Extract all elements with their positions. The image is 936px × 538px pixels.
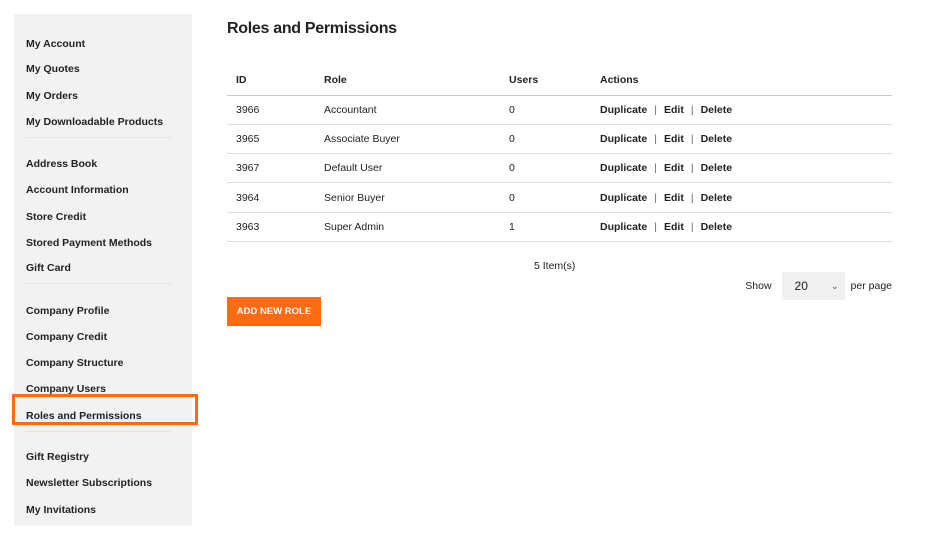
sidebar-item-account-information[interactable]: Account Information — [26, 184, 129, 196]
sidebar-item-my-quotes[interactable]: My Quotes — [26, 63, 80, 75]
duplicate-link[interactable]: Duplicate — [600, 162, 647, 174]
sidebar-item-stored-payment-methods[interactable]: Stored Payment Methods — [26, 237, 152, 249]
separator: | — [654, 132, 657, 145]
table-row: 3966 Accountant 0 Duplicate | Edit | Delete — [227, 95, 892, 125]
per-page-label: per page — [850, 280, 892, 292]
sidebar-item-company-credit[interactable]: Company Credit — [26, 331, 107, 343]
cell-id: 3966 — [227, 95, 315, 125]
sidebar-item-newsletter-subscriptions[interactable]: Newsletter Subscriptions — [26, 477, 152, 489]
sidebar-divider — [26, 431, 172, 432]
pager: Show 20 ⌄ per page — [745, 272, 892, 300]
col-id: ID — [227, 66, 315, 96]
delete-link[interactable]: Delete — [701, 162, 733, 174]
cell-role: Default User — [315, 153, 500, 184]
cell-users: 1 — [500, 212, 591, 242]
separator: | — [690, 220, 694, 233]
edit-link[interactable]: Edit — [664, 162, 684, 174]
separator: | — [654, 103, 657, 116]
per-page-value: 20 — [794, 279, 808, 293]
active-item-highlight — [12, 394, 198, 425]
delete-link[interactable]: Delete — [701, 192, 733, 204]
chevron-down-icon: ⌄ — [831, 280, 839, 291]
cell-role: Senior Buyer — [315, 182, 500, 213]
cell-id: 3967 — [227, 153, 315, 184]
show-label: Show — [745, 280, 772, 292]
cell-actions: Duplicate | Edit | Delete — [591, 153, 892, 184]
separator: | — [654, 162, 657, 175]
duplicate-link[interactable]: Duplicate — [600, 192, 647, 204]
sidebar-item-gift-card[interactable]: Gift Card — [26, 262, 71, 274]
edit-link[interactable]: Edit — [664, 221, 684, 233]
cell-id: 3963 — [227, 212, 315, 242]
sidebar-item-company-profile[interactable]: Company Profile — [26, 305, 109, 317]
duplicate-link[interactable]: Duplicate — [600, 104, 647, 116]
sidebar-item-my-invitations[interactable]: My Invitations — [26, 504, 96, 516]
separator: | — [690, 103, 694, 116]
sidebar-item-address-book[interactable]: Address Book — [26, 158, 97, 170]
sidebar-item-company-structure[interactable]: Company Structure — [26, 357, 123, 369]
table-row: 3963 Super Admin 1 Duplicate | Edit | Delete — [227, 212, 892, 242]
sidebar-item-my-orders[interactable]: My Orders — [26, 90, 78, 102]
sidebar-divider — [26, 283, 172, 284]
table-header: ID Role Users Actions — [227, 66, 892, 96]
table-row: 3967 Default User 0 Duplicate | Edit | Delete — [227, 153, 892, 184]
item-count: 5 Item(s) — [534, 260, 576, 272]
cell-users: 0 — [500, 124, 591, 155]
cell-role: Super Admin — [315, 212, 500, 242]
sidebar-item-store-credit[interactable]: Store Credit — [26, 211, 86, 223]
edit-link[interactable]: Edit — [664, 104, 684, 116]
edit-link[interactable]: Edit — [664, 192, 684, 204]
cell-users: 0 — [500, 153, 591, 184]
delete-link[interactable]: Delete — [701, 133, 733, 145]
duplicate-link[interactable]: Duplicate — [600, 221, 647, 233]
table-row: 3964 Senior Buyer 0 Duplicate | Edit | Delete — [227, 182, 892, 213]
cell-id: 3965 — [227, 124, 315, 155]
cell-users: 0 — [500, 95, 591, 125]
col-users: Users — [500, 66, 591, 96]
separator: | — [654, 191, 657, 204]
page-title: Roles and Permissions — [227, 20, 397, 37]
edit-link[interactable]: Edit — [664, 133, 684, 145]
delete-link[interactable]: Delete — [701, 104, 733, 116]
cell-id: 3964 — [227, 182, 315, 213]
table-row: 3965 Associate Buyer 0 Duplicate | Edit | Delet… — [227, 124, 892, 155]
separator: | — [654, 220, 657, 233]
separator: | — [690, 191, 694, 204]
sidebar-item-my-downloadable-products[interactable]: My Downloadable Products — [26, 116, 163, 128]
cell-role: Accountant — [315, 95, 500, 125]
roles-table: ID Role Users Actions 3966 Accountant 0 Dup… — [227, 66, 892, 242]
cell-actions: Duplicate | Edit | Delete — [591, 95, 892, 125]
cell-actions: Duplicate | Edit | Delete — [591, 212, 892, 242]
duplicate-link[interactable]: Duplicate — [600, 133, 647, 145]
delete-link[interactable]: Delete — [701, 221, 733, 233]
separator: | — [690, 162, 694, 175]
sidebar-item-my-account[interactable]: My Account — [26, 38, 85, 50]
account-sidebar: My Account My Quotes My Orders My Downloada… — [14, 14, 192, 526]
col-actions: Actions — [591, 66, 892, 96]
cell-role: Associate Buyer — [315, 124, 500, 155]
col-role: Role — [315, 66, 500, 96]
sidebar-item-gift-registry[interactable]: Gift Registry — [26, 451, 89, 463]
separator: | — [690, 132, 694, 145]
cell-users: 0 — [500, 182, 591, 213]
per-page-select[interactable]: 20 ⌄ — [781, 272, 845, 300]
cell-actions: Duplicate | Edit | Delete — [591, 124, 892, 155]
cell-actions: Duplicate | Edit | Delete — [591, 182, 892, 213]
add-new-role-button[interactable]: ADD NEW ROLE — [227, 297, 321, 326]
sidebar-divider — [26, 137, 172, 138]
